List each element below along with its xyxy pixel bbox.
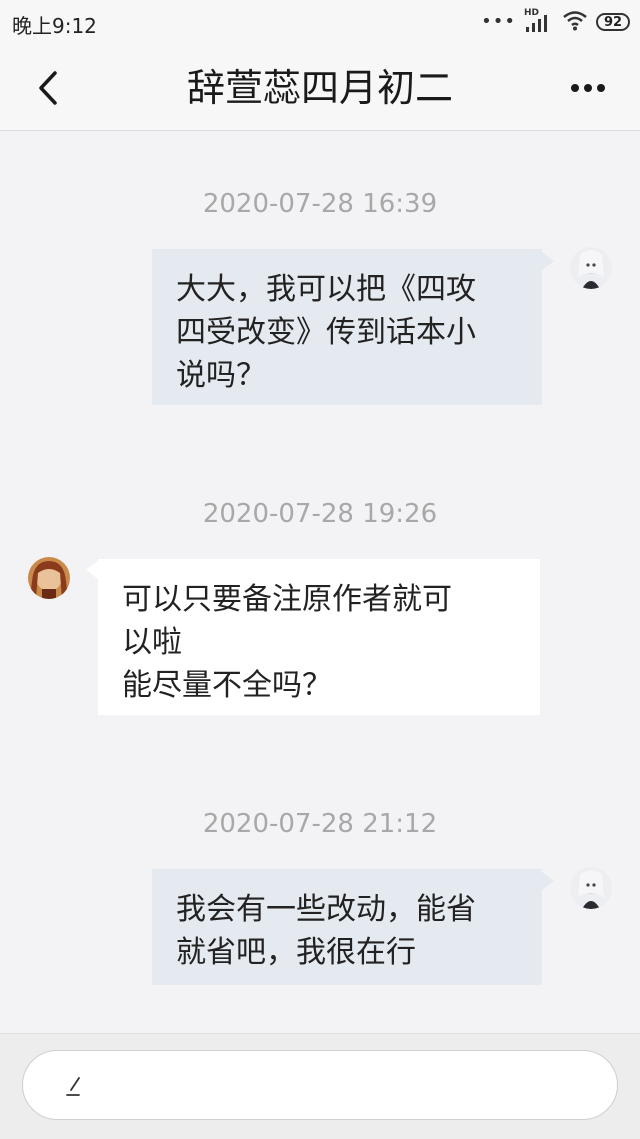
- chevron-left-icon: [39, 71, 57, 105]
- more-options-button[interactable]: [566, 74, 610, 102]
- bubble-tail: [86, 561, 98, 579]
- input-bar: [0, 1033, 640, 1139]
- outgoing-message-bubble[interactable]: 我会有一些改动，能省 就省吧，我很在行: [152, 869, 542, 985]
- message-input[interactable]: [22, 1050, 618, 1120]
- more-horizontal-icon: [571, 84, 605, 92]
- signal-icon: HD: [524, 8, 554, 34]
- status-bar: 晚上9:12 ••• HD 92: [0, 0, 640, 46]
- my-avatar[interactable]: [570, 247, 612, 289]
- message-timestamp: 2020-07-28 21:12: [202, 809, 438, 839]
- message-timestamp: 2020-07-28 16:39: [202, 189, 438, 219]
- wifi-icon: [562, 8, 588, 36]
- battery-level: 92: [603, 14, 623, 30]
- status-icons: ••• HD 92: [481, 8, 630, 36]
- bubble-tail: [542, 872, 554, 890]
- incoming-message-bubble[interactable]: 可以只要备注原作者就可 以啦 能尽量不全吗？: [98, 559, 540, 715]
- battery-icon: 92: [596, 13, 630, 31]
- contact-avatar[interactable]: [28, 557, 70, 599]
- page-title: 辞萱蕊四月初二: [186, 66, 453, 110]
- message-timestamp: 2020-07-28 19:26: [202, 499, 438, 529]
- my-avatar[interactable]: [570, 867, 612, 909]
- status-time: 晚上9:12: [12, 14, 97, 38]
- bubble-tail: [542, 252, 554, 270]
- outgoing-message-bubble[interactable]: 大大，我可以把《四攻 四受改变》传到话本小 说吗？: [152, 249, 542, 405]
- message-list[interactable]: 2020-07-28 16:39 大大，我可以把《四攻 四受改变》传到话本小 说…: [0, 131, 640, 1033]
- pen-icon: [66, 1077, 80, 1096]
- back-button[interactable]: [28, 66, 68, 110]
- chat-header: 辞萱蕊四月初二: [0, 46, 640, 131]
- more-dots-icon: •••: [481, 11, 516, 32]
- network-label: HD: [524, 8, 540, 18]
